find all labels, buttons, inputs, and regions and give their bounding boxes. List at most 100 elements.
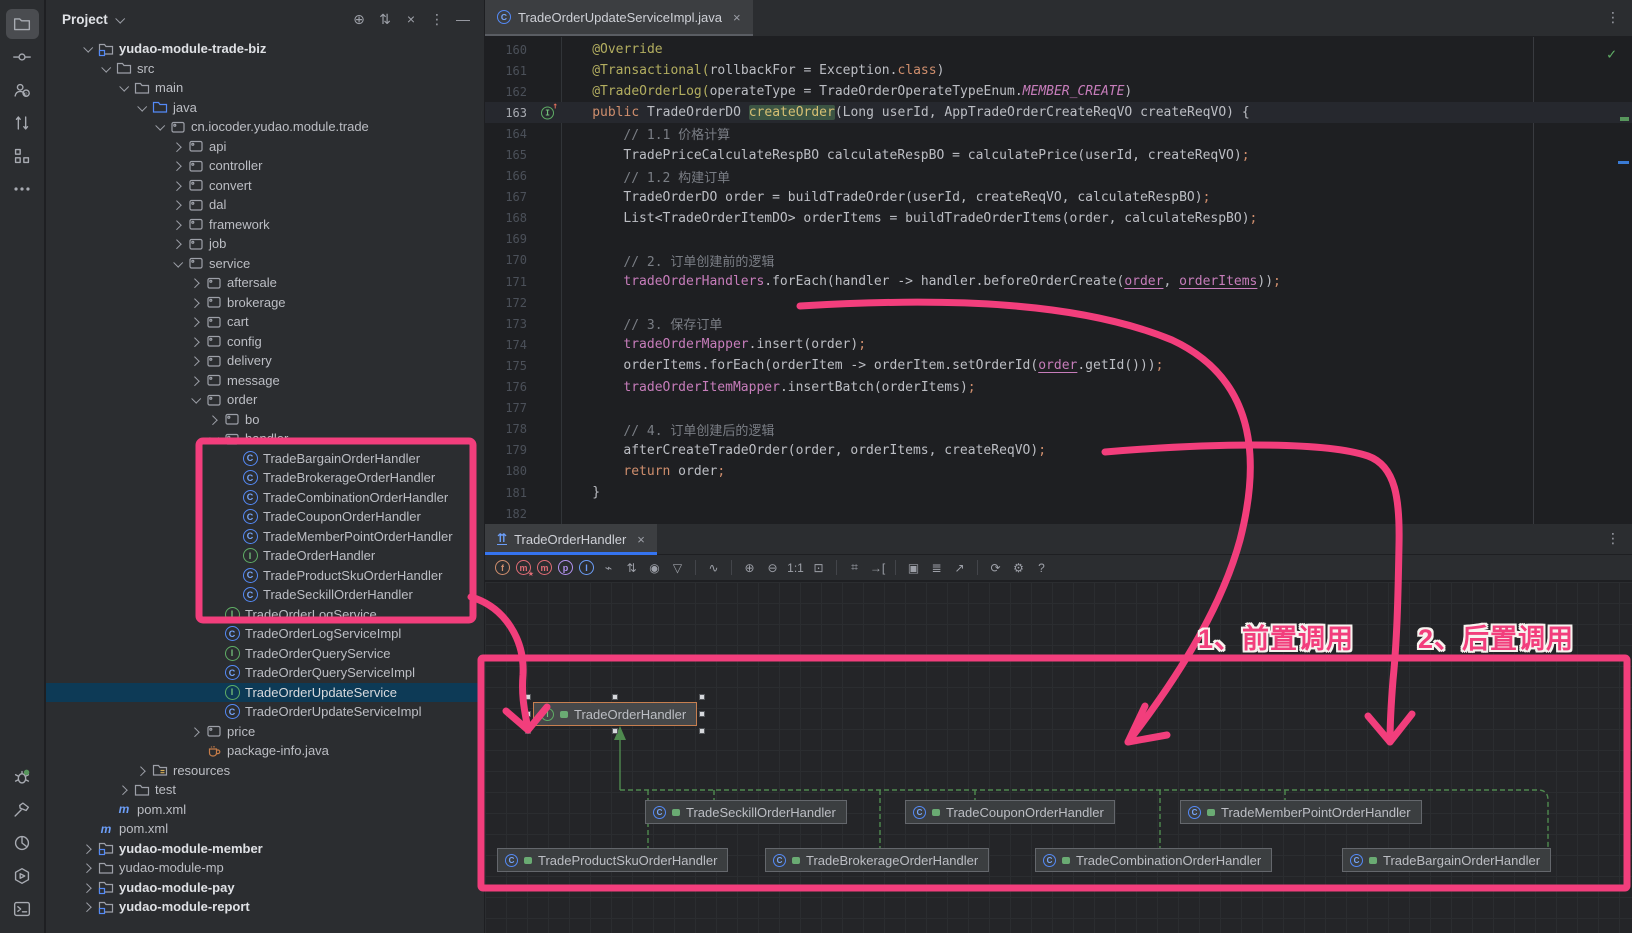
tree-row[interactable]: java [46, 98, 484, 118]
chevron-down-icon[interactable] [186, 396, 204, 403]
more-icon[interactable] [6, 174, 39, 204]
chevron-right-icon[interactable] [132, 767, 150, 774]
diagram-node[interactable]: CTradeBargainOrderHandler [1342, 848, 1551, 872]
diagram-canvas[interactable]: ITradeOrderHandlerCTradeSeckillOrderHand… [485, 582, 1632, 933]
zoom-out-icon[interactable]: ⊖ [762, 558, 783, 578]
diagram-node[interactable]: CTradeCouponOrderHandler [905, 800, 1115, 824]
project-icon[interactable] [6, 9, 39, 39]
chevron-right-icon[interactable] [186, 279, 204, 286]
chevron-right-icon[interactable] [78, 845, 96, 852]
chevron-right-icon[interactable] [186, 728, 204, 735]
close-icon[interactable]: × [733, 10, 741, 25]
expand-selection-icon[interactable]: ⇅ [374, 8, 396, 30]
tree-row[interactable]: yudao-module-pay [46, 878, 484, 898]
tree-row[interactable]: api [46, 137, 484, 157]
collapse-all-icon[interactable]: × [400, 8, 422, 30]
help-icon[interactable]: ? [6, 75, 39, 105]
tree-row[interactable]: config [46, 332, 484, 352]
debug-icon[interactable] [6, 762, 39, 792]
pull-requests-icon[interactable] [6, 108, 39, 138]
code-line[interactable]: 171tradeOrderHandlers.forEach(handler ->… [485, 271, 1632, 292]
tree-row[interactable]: src [46, 59, 484, 79]
diagram-node[interactable]: CTradeBrokerageOrderHandler [765, 848, 989, 872]
tree-row[interactable]: ITradeOrderQueryService [46, 644, 484, 664]
project-panel-title[interactable]: Project [62, 12, 108, 27]
code-line[interactable]: 177 [485, 398, 1632, 419]
apply-layout-icon[interactable]: ⌗ [844, 558, 865, 578]
chevron-down-icon[interactable] [132, 104, 150, 111]
code-line[interactable]: 182 [485, 503, 1632, 524]
locate-icon[interactable]: ⊕ [348, 8, 370, 30]
zoom-in-icon[interactable]: ⊕ [739, 558, 760, 578]
line-number[interactable]: 177 [485, 401, 561, 415]
hide-panel-icon[interactable]: — [452, 8, 474, 30]
tree-row[interactable]: CTradeOrderLogServiceImpl [46, 624, 484, 644]
code-line[interactable]: 173// 3. 保存订单 [485, 313, 1632, 334]
inner-classes-visibility-toggle[interactable]: I [579, 560, 594, 575]
code-line[interactable]: 175orderItems.forEach(orderItem -> order… [485, 355, 1632, 376]
fit-content-icon[interactable]: ⊡ [808, 558, 829, 578]
profiler-icon[interactable] [6, 828, 39, 858]
tree-row[interactable]: cart [46, 312, 484, 332]
chevron-down-icon[interactable] [114, 84, 132, 91]
tree-row[interactable]: message [46, 371, 484, 391]
line-number[interactable]: 161 [485, 64, 561, 78]
code-line[interactable]: 176tradeOrderItemMapper.insertBatch(orde… [485, 377, 1632, 398]
chevron-right-icon[interactable] [168, 182, 186, 189]
diagram-node[interactable]: CTradeProductSkuOrderHandler [497, 848, 728, 872]
fields-visibility-toggle[interactable]: f [495, 560, 510, 575]
chevron-right-icon[interactable] [114, 786, 132, 793]
chevron-right-icon[interactable] [78, 864, 96, 871]
line-number[interactable]: 165 [485, 148, 561, 162]
selection-handle[interactable] [612, 694, 618, 700]
help-icon[interactable]: ? [1031, 558, 1052, 578]
chevron-right-icon[interactable] [78, 903, 96, 910]
tree-row[interactable]: framework [46, 215, 484, 235]
tree-row[interactable]: CTradeOrderUpdateServiceImpl [46, 702, 484, 722]
chevron-right-icon[interactable] [78, 884, 96, 891]
tree-row[interactable]: CTradeCouponOrderHandler [46, 507, 484, 527]
build-icon[interactable] [6, 795, 39, 825]
chevron-right-icon[interactable] [168, 162, 186, 169]
line-number[interactable]: 171 [485, 275, 561, 289]
kebab-menu-icon[interactable]: ⋮ [1606, 9, 1620, 26]
tree-row[interactable]: job [46, 234, 484, 254]
line-number[interactable]: 167 [485, 190, 561, 204]
link-icon[interactable]: ⌁ [598, 558, 619, 578]
selection-handle[interactable] [699, 728, 705, 734]
chevron-down-icon[interactable] [204, 435, 222, 442]
line-number[interactable]: 175 [485, 359, 561, 373]
code-line[interactable]: 180return order; [485, 461, 1632, 482]
filter-icon[interactable]: ▽ [667, 558, 688, 578]
line-number[interactable]: 176 [485, 380, 561, 394]
line-number[interactable]: 182 [485, 507, 561, 521]
chevron-down-icon[interactable] [96, 65, 114, 72]
tree-row[interactable]: ITradeOrderUpdateService [46, 683, 484, 703]
chevron-down-icon[interactable] [168, 260, 186, 267]
code-line[interactable]: 161@Transactional(rollbackFor = Exceptio… [485, 60, 1632, 81]
line-number[interactable]: 180 [485, 464, 561, 478]
chevron-right-icon[interactable] [186, 357, 204, 364]
export-icon[interactable]: ↗ [949, 558, 970, 578]
code-line[interactable]: 162@TradeOrderLog(operateType = TradeOrd… [485, 81, 1632, 102]
show-notes-icon[interactable]: ≣ [926, 558, 947, 578]
line-number[interactable]: 162 [485, 85, 561, 99]
tree-row[interactable]: test [46, 780, 484, 800]
tree-row[interactable]: delivery [46, 351, 484, 371]
code-line[interactable]: 167TradeOrderDO order = buildTradeOrder(… [485, 187, 1632, 208]
chevron-right-icon[interactable] [186, 338, 204, 345]
code-line[interactable]: 169 [485, 229, 1632, 250]
line-number[interactable]: 179 [485, 443, 561, 457]
selection-handle[interactable] [525, 728, 531, 734]
sort-icon[interactable]: ⇅ [621, 558, 642, 578]
tree-row[interactable]: controller [46, 156, 484, 176]
selection-handle[interactable] [699, 694, 705, 700]
tree-row[interactable]: dal [46, 195, 484, 215]
chevron-right-icon[interactable] [168, 143, 186, 150]
tree-row[interactable]: ITradeOrderLogService [46, 605, 484, 625]
line-number[interactable]: 178 [485, 422, 561, 436]
tree-row[interactable]: yudao-module-mp [46, 858, 484, 878]
properties-visibility-toggle[interactable]: p [558, 560, 573, 575]
tree-row[interactable]: resources [46, 761, 484, 781]
structure-icon[interactable] [6, 141, 39, 171]
